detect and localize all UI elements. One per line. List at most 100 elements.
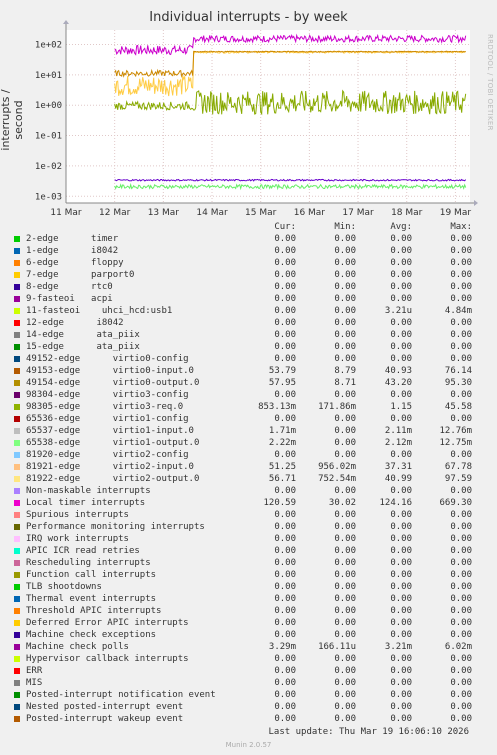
legend-label: 9-fasteoi acpi — [26, 294, 113, 304]
legend-swatch — [14, 260, 20, 266]
legend-value-cur: 0.00 — [274, 714, 296, 724]
legend-value-max: 97.59 — [444, 474, 472, 484]
legend-value-min: 0.00 — [334, 534, 356, 544]
legend-label: 1-edge i8042 — [26, 246, 119, 256]
legend-label: 65536-edge virtio1-config — [26, 414, 189, 424]
x-tick-labels: 11 Mar 12 Mar 13 Mar 14 Mar 15 Mar 16 Mar 17 M… — [50, 208, 471, 215]
legend-value-max: 0.00 — [450, 354, 472, 364]
legend-swatch — [14, 464, 20, 470]
legend-swatch — [14, 560, 20, 566]
legend-value-avg: 37.31 — [384, 462, 412, 472]
x-tick-label: 11 Mar — [50, 208, 82, 215]
legend-value-max: 0.00 — [450, 318, 472, 328]
legend-value-avg: 0.00 — [390, 294, 412, 304]
legend-label: 49153-edge virtio0-input.0 — [26, 366, 194, 376]
legend-value-avg: 0.00 — [390, 246, 412, 256]
legend-value-avg: 2.11m — [384, 426, 412, 436]
legend-value-avg: 0.00 — [390, 354, 412, 364]
legend-value-min: 0.00 — [334, 570, 356, 580]
legend-label: Posted-interrupt wakeup event — [26, 714, 184, 724]
legend-swatch — [14, 428, 20, 434]
x-tick-label: 19 Mar — [440, 208, 472, 215]
y-tick-label: 1e+01 — [35, 71, 62, 81]
legend-label: Function call interrupts — [26, 570, 157, 580]
chart-title: Individual interrupts - by week — [149, 10, 348, 25]
legend-value-cur: 2.22m — [268, 438, 296, 448]
legend-value-cur: 56.71 — [268, 474, 296, 484]
legend-value-min: 752.54m — [318, 474, 356, 484]
legend-value-cur: 0.00 — [274, 450, 296, 460]
x-tick-label: 13 Mar — [148, 208, 180, 215]
legend-label: Posted-interrupt notification event — [26, 690, 216, 700]
legend-value-max: 0.00 — [450, 618, 472, 628]
last-update: Last update: Thu Mar 19 16:06:10 2026 — [268, 727, 469, 737]
legend-label: 98304-edge virtio3-config — [26, 390, 189, 400]
x-tick-label: 16 Mar — [294, 208, 326, 215]
legend-swatch — [14, 680, 20, 686]
munin-version: Munin 2.0.57 — [225, 741, 272, 749]
header-min: Min: — [334, 222, 356, 232]
x-axis-arrow — [474, 200, 478, 206]
legend-value-avg: 0.00 — [390, 450, 412, 460]
legend-value-avg: 0.00 — [390, 582, 412, 592]
legend-label: Local timer interrupts — [26, 498, 146, 508]
legend-swatch — [14, 236, 20, 242]
legend-value-min: 171.86m — [318, 402, 356, 412]
legend-value-cur: 0.00 — [274, 654, 296, 664]
legend-value-cur: 0.00 — [274, 342, 296, 352]
legend-swatch — [14, 248, 20, 254]
legend-value-max: 0.00 — [450, 654, 472, 664]
legend-swatch — [14, 308, 20, 314]
legend-value-avg: 0.00 — [390, 234, 412, 244]
legend-value-min: 0.00 — [334, 390, 356, 400]
legend-swatch — [14, 440, 20, 446]
legend-value-cur: 0.00 — [274, 258, 296, 268]
legend-value-min: 0.00 — [334, 330, 356, 340]
legend-swatch — [14, 344, 20, 350]
legend-value-min: 0.00 — [334, 558, 356, 568]
legend-swatch — [14, 620, 20, 626]
legend-value-max: 95.30 — [444, 378, 472, 388]
legend-swatch — [14, 524, 20, 530]
legend-value-min: 0.00 — [334, 714, 356, 724]
y-tick-label: 1e+00 — [35, 101, 62, 111]
header-avg: Avg: — [390, 222, 412, 232]
legend-value-min: 0.00 — [334, 702, 356, 712]
y-axis-label: interrupts / second — [0, 89, 25, 151]
legend-value-avg: 0.00 — [390, 606, 412, 616]
legend-value-avg: 0.00 — [390, 270, 412, 280]
legend-value-max: 0.00 — [450, 390, 472, 400]
legend-value-avg: 0.00 — [390, 522, 412, 532]
legend-value-cur: 0.00 — [274, 690, 296, 700]
legend-value-min: 0.00 — [334, 522, 356, 532]
legend-value-min: 0.00 — [334, 234, 356, 244]
legend-value-max: 0.00 — [450, 534, 472, 544]
legend-swatch — [14, 548, 20, 554]
legend-value-max: 0.00 — [450, 234, 472, 244]
legend-value-cur: 0.00 — [274, 570, 296, 580]
legend-value-min: 0.00 — [334, 306, 356, 316]
legend-value-cur: 0.00 — [274, 666, 296, 676]
legend-label: Thermal event interrupts — [26, 594, 157, 604]
legend-value-max: 0.00 — [450, 522, 472, 532]
legend-label: 65538-edge virtio1-output.0 — [26, 438, 200, 448]
legend-swatch — [14, 404, 20, 410]
legend-value-cur: 0.00 — [274, 582, 296, 592]
legend-value-avg: 0.00 — [390, 666, 412, 676]
legend-value-cur: 0.00 — [274, 354, 296, 364]
legend-value-max: 0.00 — [450, 258, 472, 268]
legend-swatch — [14, 692, 20, 698]
legend-value-avg: 0.00 — [390, 570, 412, 580]
legend-swatch — [14, 356, 20, 362]
legend-label: 2-edge timer — [26, 234, 119, 244]
legend-value-avg: 2.12m — [384, 438, 412, 448]
legend-swatch — [14, 668, 20, 674]
legend-value-max: 45.58 — [444, 402, 472, 412]
legend-value-max: 0.00 — [450, 606, 472, 616]
legend-value-max: 0.00 — [450, 714, 472, 724]
legend-label: 65537-edge virtio1-input.0 — [26, 426, 194, 436]
legend-label: ERR — [26, 666, 43, 676]
legend-value-cur: 0.00 — [274, 534, 296, 544]
legend-value-min: 0.00 — [334, 690, 356, 700]
legend-value-cur: 0.00 — [274, 594, 296, 604]
